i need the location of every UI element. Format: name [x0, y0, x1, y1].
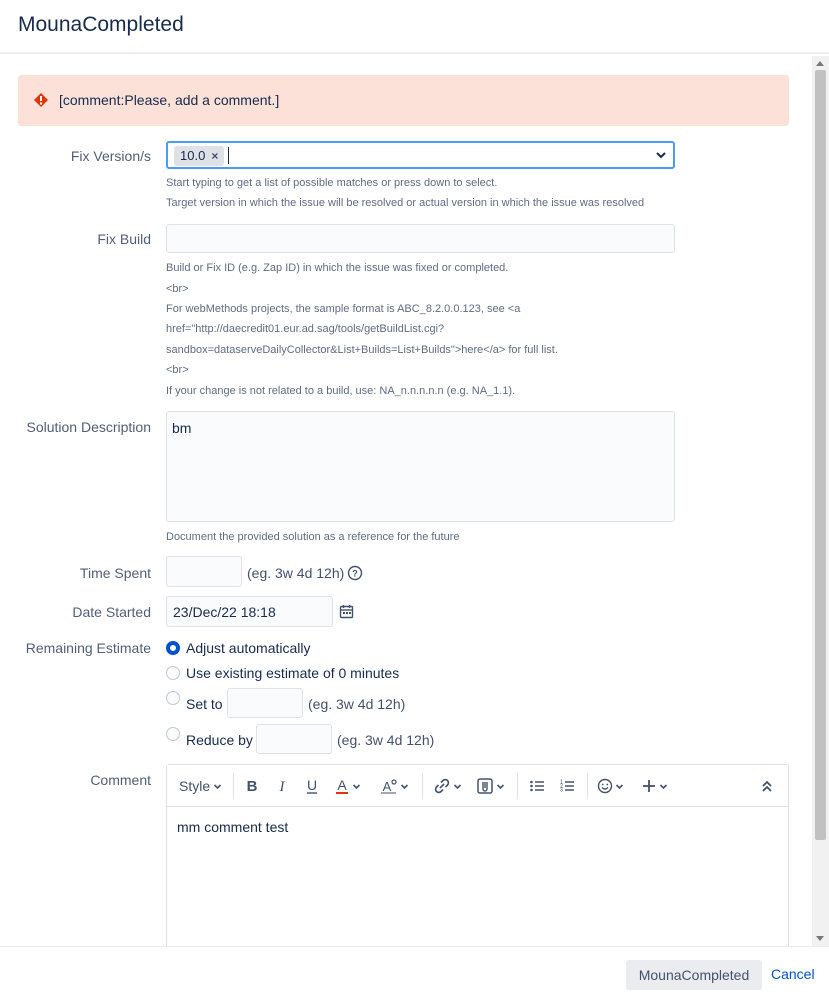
solution-help: Document the provided solution as a refe…	[166, 531, 460, 543]
emoji-icon[interactable]	[597, 775, 624, 797]
fix-build-input[interactable]	[166, 224, 675, 253]
fix-build-help-line: href="http://daecredit01.eur.ad.sag/tool…	[166, 323, 445, 335]
dialog-header: MounaCompleted	[0, 0, 829, 54]
radio-use-existing[interactable]	[166, 666, 180, 680]
radio-set-to[interactable]	[166, 691, 180, 705]
svg-text:?: ?	[352, 569, 358, 579]
submit-button[interactable]: MounaCompleted	[626, 960, 762, 990]
fix-build-help-line: <br>	[166, 283, 189, 295]
comment-label: Comment	[90, 772, 151, 788]
dialog-title: MounaCompleted	[18, 13, 184, 36]
radio-reduce-by[interactable]	[166, 727, 180, 741]
svg-text:A: A	[383, 779, 392, 794]
scroll-up-arrow[interactable]	[816, 61, 824, 66]
radio-adjust-automatically[interactable]	[166, 641, 180, 655]
set-to-input[interactable]	[227, 688, 303, 718]
text-style-icon[interactable]: A	[380, 775, 409, 797]
plus-icon[interactable]	[641, 775, 668, 797]
toolbar-divider	[422, 773, 423, 799]
underline-icon[interactable]: U	[304, 775, 320, 797]
help-icon[interactable]: ?	[347, 565, 363, 581]
collapse-icon[interactable]	[761, 775, 773, 797]
fix-build-help-line: sandbox=dataserveDailyCollector&List+Bui…	[166, 344, 558, 356]
vertical-scrollbar[interactable]	[812, 56, 829, 946]
comment-editor[interactable]: Style B I U A A 1 2 3 mm comment test	[166, 764, 789, 946]
comment-body[interactable]: mm comment test	[177, 819, 288, 835]
cancel-link[interactable]: Cancel	[771, 966, 815, 982]
dialog-footer: MounaCompleted Cancel	[0, 946, 829, 999]
date-started-label: Date Started	[72, 604, 151, 620]
version-chip: 10.0 ×	[174, 146, 225, 166]
fix-build-help-line: Build or Fix ID (e.g. Zap ID) in which t…	[166, 262, 509, 274]
error-icon	[34, 93, 48, 107]
reduce-by-hint: (eg. 3w 4d 12h)	[337, 732, 435, 748]
svg-text:B: B	[247, 778, 258, 794]
italic-icon[interactable]: I	[274, 775, 290, 797]
fix-version-label: Fix Version/s	[70, 148, 151, 164]
time-spent-input[interactable]	[166, 556, 242, 587]
bold-icon[interactable]: B	[244, 775, 260, 797]
radio-label: Use existing estimate of 0 minutes	[186, 665, 400, 681]
svg-text:3: 3	[560, 788, 563, 794]
svg-text:U: U	[307, 778, 317, 793]
style-dropdown[interactable]: Style	[179, 775, 222, 797]
set-to-hint: (eg. 3w 4d 12h)	[308, 696, 406, 712]
radio-label: Set to	[186, 696, 223, 712]
svg-text:I: I	[279, 779, 286, 794]
time-spent-hint: (eg. 3w 4d 12h)	[247, 565, 345, 581]
radio-label: Reduce by	[186, 732, 253, 748]
solution-textarea[interactable]: bm	[166, 411, 675, 522]
remaining-label: Remaining Estimate	[25, 640, 151, 656]
calendar-icon[interactable]	[339, 604, 354, 619]
attachment-icon[interactable]	[476, 775, 505, 797]
version-chip-label: 10.0	[180, 148, 206, 163]
svg-text:A: A	[337, 778, 347, 793]
error-message: [comment:Please, add a comment.]	[59, 92, 280, 108]
fix-build-help-line: If your change is not related to a build…	[166, 385, 516, 397]
chevron-down-icon	[214, 783, 222, 789]
fix-version-help-1: Start typing to get a list of possible m…	[166, 177, 498, 189]
time-spent-label: Time Spent	[79, 565, 151, 581]
dialog-content: [comment:Please, add a comment.] Fix Ver…	[0, 56, 812, 946]
solution-label: Solution Description	[26, 419, 151, 435]
radio-label: Adjust automatically	[186, 640, 311, 656]
chevron-down-icon[interactable]	[655, 149, 667, 161]
toolbar-divider	[233, 773, 234, 799]
scrollbar-thumb[interactable]	[815, 70, 826, 840]
bullet-list-icon[interactable]	[529, 775, 545, 797]
style-dropdown-label: Style	[179, 778, 211, 794]
numbered-list-icon[interactable]: 123	[559, 775, 575, 797]
fix-build-help-line: <br>	[166, 364, 189, 376]
fix-version-select[interactable]: 10.0 ×	[166, 141, 675, 169]
text-caret	[228, 147, 229, 164]
error-banner: [comment:Please, add a comment.]	[18, 75, 789, 126]
fix-build-help-line: For webMethods projects, the sample form…	[166, 303, 521, 315]
link-icon[interactable]	[433, 775, 462, 797]
remove-version-button[interactable]: ×	[211, 146, 218, 166]
fix-build-label: Fix Build	[97, 231, 151, 247]
fix-version-help-2: Target version in which the issue will b…	[166, 197, 645, 209]
reduce-by-input[interactable]	[256, 724, 332, 754]
scroll-down-arrow[interactable]	[816, 936, 824, 941]
text-color-icon[interactable]: A	[334, 775, 361, 797]
editor-toolbar: Style B I U A A 1 2 3	[167, 765, 788, 807]
date-started-input[interactable]	[166, 596, 333, 627]
toolbar-divider	[517, 773, 518, 799]
toolbar-divider	[587, 773, 588, 799]
